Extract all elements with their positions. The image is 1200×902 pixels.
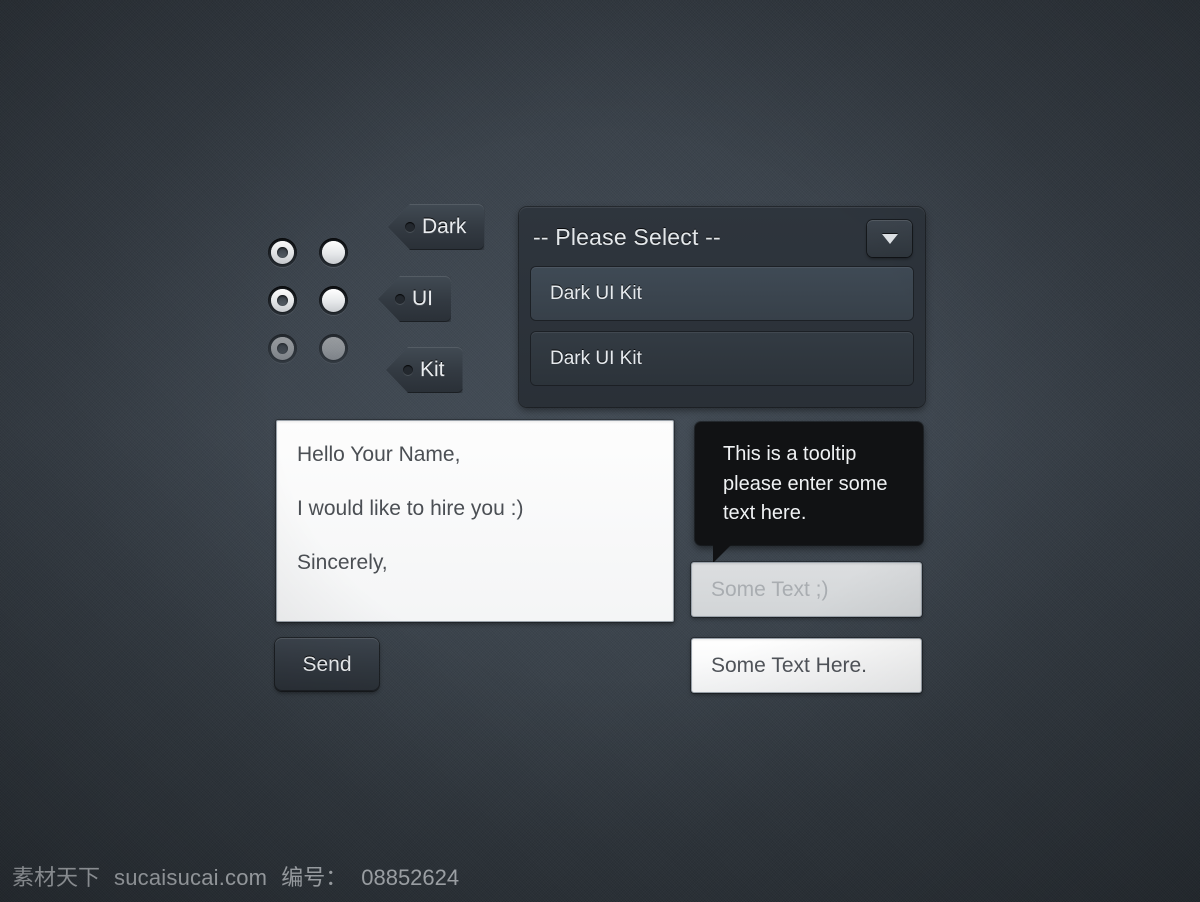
- tooltip-text: This is a tooltip please enter some text…: [723, 443, 888, 525]
- tag-label-text: Dark: [422, 215, 467, 238]
- tag-label-kit[interactable]: Kit: [386, 347, 463, 393]
- radio-knob: [271, 336, 294, 360]
- send-button-label: Send: [302, 652, 352, 676]
- radio-knob: [322, 288, 345, 312]
- watermark-id-value: 08852624: [361, 865, 460, 890]
- tag-label-text: UI: [412, 287, 433, 310]
- text-input-filled[interactable]: Some Text Here.: [691, 638, 922, 693]
- tag-label-text: Kit: [420, 358, 445, 381]
- radio-unchecked-disabled: [319, 333, 348, 363]
- ui-kit-canvas: Dark UI Kit -- Please Select -- Dark UI …: [0, 0, 1200, 902]
- select-header[interactable]: -- Please Select --: [519, 207, 925, 267]
- select-option-label: Dark UI Kit: [550, 282, 642, 304]
- tag-label-ui[interactable]: UI: [378, 276, 451, 322]
- radio-button-group: [268, 228, 364, 372]
- radio-unchecked-1[interactable]: [319, 237, 348, 267]
- radio-row: [268, 228, 364, 276]
- watermark-site: sucaisucai.com: [114, 865, 268, 890]
- radio-knob: [322, 240, 345, 264]
- radio-knob: [271, 240, 294, 264]
- tag-hole-icon: [395, 294, 405, 304]
- select-option-2[interactable]: Dark UI Kit: [531, 332, 913, 385]
- text-input-value: Some Text Here.: [711, 653, 868, 677]
- radio-checked-2[interactable]: [268, 285, 297, 315]
- tag-hole-icon: [403, 365, 413, 375]
- select-dropdown[interactable]: -- Please Select -- Dark UI Kit Dark UI …: [519, 207, 925, 407]
- radio-row: [268, 276, 364, 324]
- tag-label-dark[interactable]: Dark: [388, 204, 485, 250]
- select-selected-label: -- Please Select --: [533, 223, 721, 250]
- tooltip-tail: [713, 540, 735, 563]
- select-option-label: Dark UI Kit: [550, 347, 642, 369]
- radio-checked-disabled: [268, 333, 297, 363]
- send-button[interactable]: Send: [275, 638, 379, 691]
- tooltip: This is a tooltip please enter some text…: [695, 422, 923, 563]
- radio-checked-1[interactable]: [268, 237, 297, 267]
- radio-row-disabled: [268, 324, 364, 372]
- radio-unchecked-2[interactable]: [319, 285, 348, 315]
- text-input-placeholder-label: Some Text ;): [711, 577, 829, 601]
- watermark-brand: 素材天下: [12, 865, 101, 890]
- text-input-placeholder[interactable]: Some Text ;): [691, 562, 922, 617]
- textarea-line-1: Hello Your Name,: [297, 443, 461, 466]
- caret-shape: [881, 233, 898, 244]
- select-option-1[interactable]: Dark UI Kit: [531, 267, 913, 320]
- radio-knob: [322, 336, 345, 360]
- watermark-id-label: 编号：: [281, 865, 348, 890]
- tag-hole-icon: [405, 222, 415, 232]
- watermark: 素材天下 sucaisucai.com 编号： 08852624: [12, 860, 459, 892]
- textarea-line-3: Sincerely,: [297, 551, 388, 575]
- radio-knob: [271, 288, 294, 312]
- message-textarea[interactable]: Hello Your Name, I would like to hire yo…: [276, 420, 674, 622]
- textarea-line-2: I would like to hire you :): [297, 497, 524, 521]
- chevron-down-icon[interactable]: [867, 220, 912, 257]
